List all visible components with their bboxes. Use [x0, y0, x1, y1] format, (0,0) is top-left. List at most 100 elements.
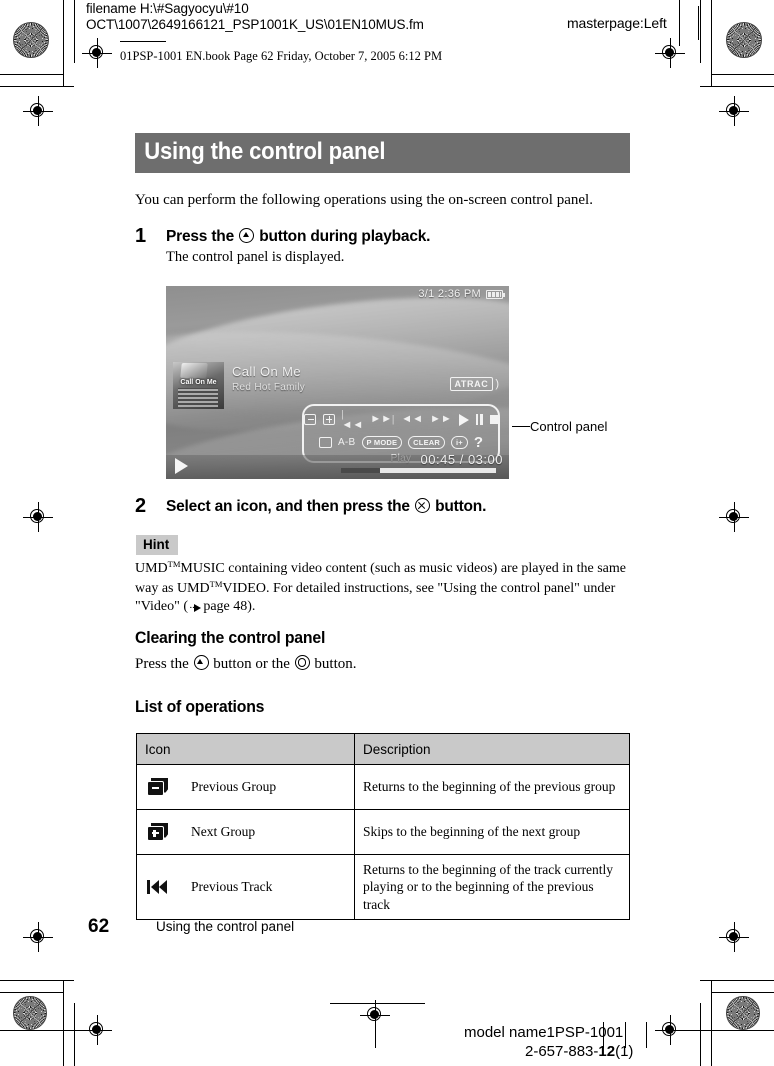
operation-label: Previous Track — [191, 878, 273, 894]
part-number-prefix: 2-657-883- — [525, 1043, 599, 1060]
fast-reverse-icon[interactable]: ◄◄ — [401, 414, 423, 425]
clear-icon[interactable]: CLEAR — [408, 436, 446, 449]
table-header-row: Icon Description — [136, 733, 630, 765]
fast-forward-icon[interactable]: ►► — [430, 414, 452, 425]
operation-description: Skips to the beginning of the next group — [354, 809, 630, 855]
ab-repeat-icon[interactable]: A-B — [338, 437, 356, 448]
album-art-caption: Call On Me — [180, 379, 217, 386]
part-number-suffix: (1) — [615, 1043, 634, 1060]
table-row: Previous Group Returns to the beginning … — [136, 764, 630, 810]
clearing-text-middle: button or the — [213, 656, 290, 672]
ref-close-paren: ). — [247, 599, 256, 615]
atrac-label: ATRAC — [449, 377, 494, 391]
pause-icon[interactable] — [475, 414, 484, 425]
control-panel-row-2: A-B P MODE CLEAR i+ ? — [304, 431, 498, 454]
playing-state-icon — [175, 458, 188, 474]
step-1-heading: Press the button during playback. — [166, 228, 635, 246]
next-track-icon[interactable]: ►►| — [370, 414, 394, 425]
icon-cell: Previous Group — [136, 764, 355, 810]
next-group-icon[interactable] — [322, 414, 335, 425]
step-1-number: 1 — [135, 225, 147, 247]
previous-group-icon — [147, 777, 191, 797]
elapsed-time: 00:45 — [420, 452, 456, 467]
previous-group-icon[interactable] — [304, 414, 316, 425]
status-bar: 3/1 2:36 PM — [418, 288, 505, 300]
hint-body: UMDTMMUSIC containing video content (suc… — [135, 559, 637, 618]
circle-button-icon — [294, 655, 310, 670]
callout-control-panel: Control panel — [530, 419, 608, 434]
cross-button-icon — [414, 498, 430, 513]
list-of-operations-heading: List of operations — [135, 697, 265, 716]
previous-track-icon[interactable]: |◄◄ — [342, 408, 364, 431]
format-badge: ATRAC ) — [449, 377, 499, 391]
operation-label: Next Group — [191, 824, 256, 839]
step-2-number: 2 — [135, 495, 147, 517]
clearing-text-after: button. — [314, 656, 357, 672]
step-1-subtext: The control panel is displayed. — [166, 249, 345, 265]
operations-table: Icon Description Previous Group Returns … — [136, 733, 630, 920]
play-icon[interactable] — [458, 413, 469, 426]
page-title: Using the control panel — [144, 138, 386, 165]
control-panel-row-1: |◄◄ ►►| ◄◄ ►► — [304, 408, 498, 431]
battery-icon — [486, 289, 505, 299]
time-separator: / — [459, 452, 464, 467]
callout-leader-line — [512, 426, 530, 427]
stop-icon[interactable] — [490, 415, 498, 424]
table-row: Next Group Skips to the beginning of the… — [136, 809, 630, 855]
help-icon[interactable]: ? — [474, 435, 483, 450]
clearing-text-before: Press the — [135, 656, 189, 672]
status-time: 3/1 2:36 PM — [418, 288, 481, 300]
step-2-heading: Select an icon, and then press the butto… — [166, 498, 635, 516]
sound-indicator-icon: ) — [495, 378, 499, 390]
album-art-graphic — [180, 363, 208, 378]
triangle-button-icon — [239, 228, 255, 243]
trademark-symbol: TM — [167, 559, 181, 569]
step-1-text-before: Press the — [166, 228, 234, 245]
clearing-text: Press the button or the button. — [135, 654, 635, 674]
page-content: Using the control panel You can perform … — [0, 0, 774, 1066]
operation-description: Returns to the beginning of the track cu… — [354, 854, 630, 920]
trademark-symbol: TM — [209, 578, 223, 589]
ref-page-text: page 48 — [203, 599, 248, 615]
column-header-icon: Icon — [136, 733, 355, 765]
table-row: Previous Track Returns to the beginning … — [136, 854, 630, 920]
psp-screenshot: 3/1 2:36 PM Call On Me Call On Me Red Ho… — [166, 286, 509, 479]
track-info: Call On Me Red Hot Family — [232, 364, 305, 393]
progress-bar[interactable] — [341, 468, 496, 473]
operation-label: Previous Group — [191, 779, 277, 794]
page-ref-arrow-icon: ·· — [189, 599, 202, 618]
clearing-heading: Clearing the control panel — [135, 628, 326, 647]
part-number-revision: 12 — [598, 1043, 616, 1060]
next-group-icon — [147, 822, 191, 842]
page-number: 62 — [88, 916, 110, 937]
icon-cell: Previous Track — [136, 854, 355, 920]
step-2: 2 Select an icon, and then press the but… — [135, 495, 635, 517]
triangle-button-icon — [193, 655, 209, 670]
hint-page-reference: (·· page 48). — [183, 599, 255, 614]
track-title: Call On Me — [232, 364, 302, 379]
hint-text-1: UMD — [135, 561, 168, 576]
column-header-description: Description — [354, 733, 630, 765]
info-icon[interactable]: i+ — [451, 436, 468, 449]
play-mode-icon[interactable]: P MODE — [361, 436, 403, 449]
ref-open-paren: ( — [183, 599, 188, 615]
hint-label: Hint — [136, 535, 179, 555]
footer-title: Using the control panel — [156, 919, 295, 934]
page-title-bar: Using the control panel — [135, 133, 630, 173]
previous-track-icon — [147, 879, 191, 894]
playback-time: 00:45 / 03:00 — [421, 452, 503, 467]
operation-description: Returns to the beginning of the previous… — [354, 764, 630, 810]
icon-cell: Next Group — [136, 809, 355, 855]
total-time: 03:00 — [467, 452, 503, 467]
album-art-graphic — [178, 388, 218, 407]
intro-paragraph: You can perform the following operations… — [135, 192, 593, 208]
slug-part-number: 2-657-883-12(1) — [525, 1043, 633, 1060]
slug-model-name: model name1PSP-1001 — [464, 1024, 624, 1041]
step-2-text-before: Select an icon, and then press the — [166, 498, 410, 515]
display-icon[interactable] — [318, 437, 332, 448]
track-artist: Red Hot Family — [232, 382, 306, 393]
step-1-text-after: button during playback. — [259, 228, 431, 245]
album-art: Call On Me — [173, 362, 224, 409]
step-1: 1 Press the button during playback. The … — [135, 225, 635, 266]
step-2-text-after: button. — [435, 498, 487, 515]
